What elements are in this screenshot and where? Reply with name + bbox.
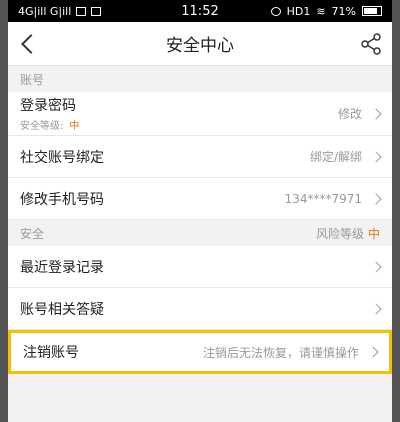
chevron-right-icon xyxy=(370,260,382,273)
row-account-faq[interactable]: 账号相关答疑 xyxy=(8,288,392,330)
frame-left xyxy=(0,0,8,422)
section-security: 安全 风险等级中 xyxy=(8,220,392,246)
cancel-account-label: 注销账号 xyxy=(23,345,79,361)
status-bar: 4G|ill G|ill 11:52 HD1 ≋ 71% xyxy=(8,0,392,22)
recent-login-label: 最近登录记录 xyxy=(20,259,104,276)
risk-level-value: 中 xyxy=(367,226,380,241)
share-icon[interactable] xyxy=(360,33,382,55)
row-change-phone[interactable]: 修改手机号码 134****7971 xyxy=(8,178,392,220)
row-social-binding[interactable]: 社交账号绑定 绑定/解绑 xyxy=(8,136,392,178)
chevron-right-icon xyxy=(370,150,382,163)
cancel-account-warning: 注销后无法恢复，请谨慎操作 xyxy=(202,345,359,360)
back-button[interactable] xyxy=(8,22,48,66)
row-login-password[interactable]: 登录密码 安全等级: 中 修改 xyxy=(8,92,392,136)
chevron-right-icon xyxy=(370,107,382,120)
status-time: 11:52 xyxy=(181,3,219,19)
social-label: 社交账号绑定 xyxy=(20,149,104,166)
section-account: 账号 xyxy=(8,66,392,92)
faq-label: 账号相关答疑 xyxy=(20,301,104,318)
risk-level: 风险等级中 xyxy=(316,225,392,242)
security-level-label: 安全等级: xyxy=(20,121,64,132)
back-arrow-icon xyxy=(21,33,41,54)
row-recent-login[interactable]: 最近登录记录 xyxy=(8,246,392,288)
section-security-label: 安全 xyxy=(20,226,45,241)
password-text: 登录密码 安全等级: 中 xyxy=(20,95,79,132)
risk-level-label: 风险等级 xyxy=(315,226,364,241)
frame-right xyxy=(392,0,400,422)
password-security-level: 安全等级: 中 xyxy=(20,117,79,132)
phone-value: 134****7971 xyxy=(284,191,362,206)
nav-bar: 安全中心 xyxy=(8,22,392,66)
phone-label: 修改手机号码 xyxy=(20,191,104,208)
social-value: 绑定/解绑 xyxy=(309,150,362,164)
password-label: 登录密码 xyxy=(20,98,76,114)
battery-icon xyxy=(362,6,382,16)
password-action: 修改 xyxy=(337,107,362,121)
row-cancel-account[interactable]: 注销账号 注销后无法恢复，请谨慎操作 xyxy=(8,330,392,374)
app-content: 安全中心 账号 登录密码 安全等级: 中 修改 社交账号绑定 绑定/解绑 修改手… xyxy=(8,22,392,422)
phone-screen: 4G|ill G|ill 11:52 HD1 ≋ 71% 安全中心 账号 登录密… xyxy=(0,0,400,422)
security-level-value: 中 xyxy=(69,121,80,132)
chevron-right-icon xyxy=(367,346,379,358)
chevron-right-icon xyxy=(370,192,382,205)
section-account-label: 账号 xyxy=(20,72,45,87)
chevron-right-icon xyxy=(370,302,382,315)
page-title: 安全中心 xyxy=(166,36,234,56)
